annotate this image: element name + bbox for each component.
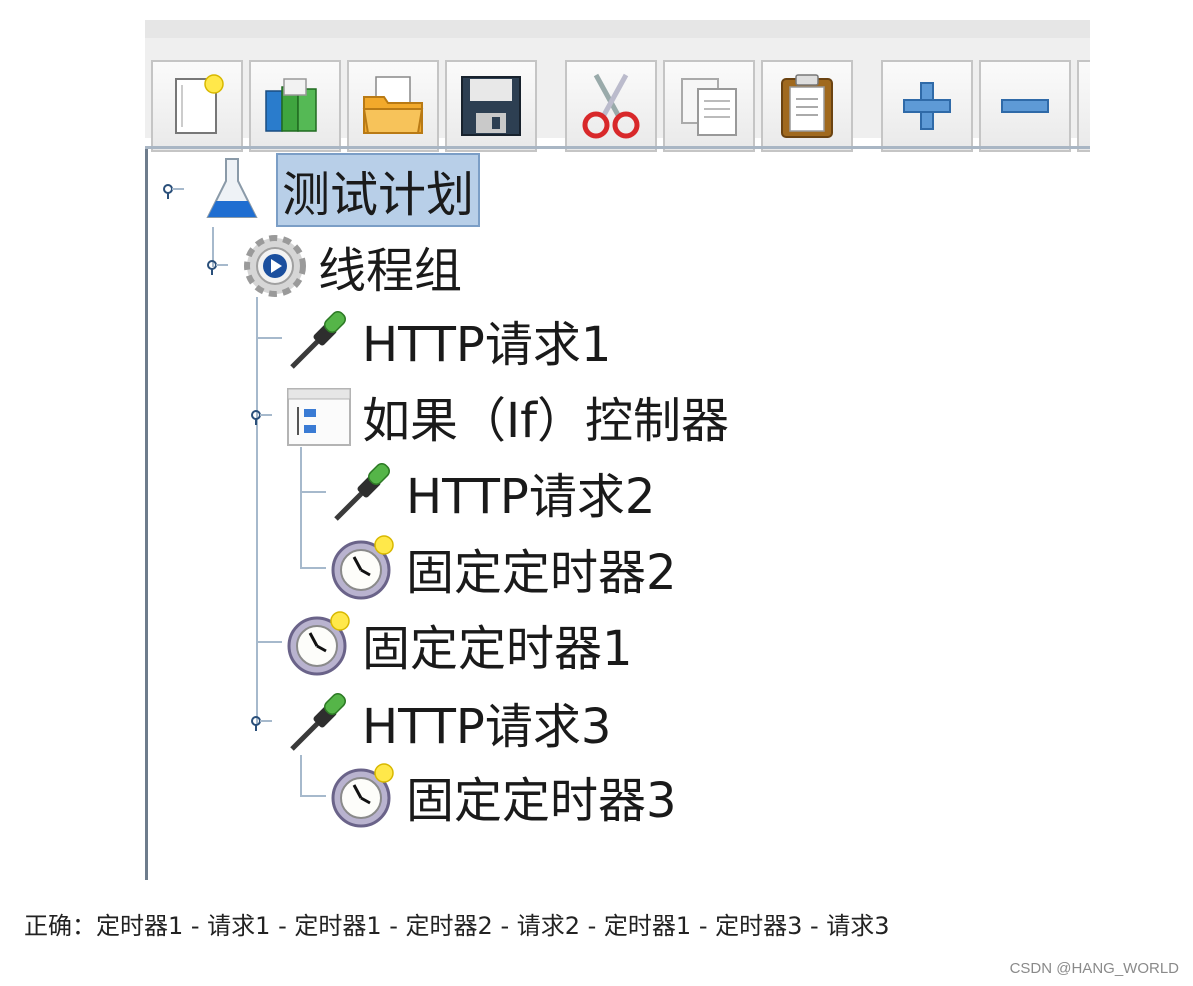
- title-bar: [145, 20, 1090, 39]
- tree-node-http-request-3[interactable]: HTTP请求3: [284, 687, 611, 757]
- thread-group-gear-icon: [244, 235, 306, 297]
- timer-clock-icon: [331, 535, 394, 600]
- cut-scissors-icon: [582, 73, 640, 139]
- new-button[interactable]: [151, 60, 243, 152]
- paste-button[interactable]: [761, 60, 853, 152]
- tree-toggle-icon[interactable]: [250, 409, 274, 425]
- caption-text: 正确：定时器1 - 请求1 - 定时器1 - 定时器2 - 请求2 - 定时器1…: [24, 912, 890, 940]
- expand-all-button[interactable]: [881, 60, 973, 152]
- tree-node-test-plan[interactable]: 测试计划: [198, 153, 481, 227]
- tree-node-if-controller[interactable]: 如果（If）控制器: [284, 381, 729, 451]
- tree-node-constant-timer-2[interactable]: 固定定时器2: [328, 533, 677, 603]
- dropper-icon: [290, 311, 346, 369]
- credit-text: CSDN @HANG_WORLD: [1009, 960, 1179, 977]
- tree-node-label: HTTP请求3: [362, 699, 612, 755]
- tree-toggle-icon[interactable]: [250, 715, 274, 731]
- tree-node-http-request-1[interactable]: HTTP请求1: [284, 305, 611, 375]
- tree-node-label: 固定定时器2: [406, 545, 677, 601]
- dropper-icon: [334, 463, 390, 521]
- tree-node-label: 固定定时器3: [406, 773, 677, 829]
- tree-node-constant-timer-3[interactable]: 固定定时器3: [328, 761, 677, 831]
- collapse-minus-icon: [1001, 99, 1049, 113]
- tree-toggle-icon[interactable]: [206, 259, 230, 275]
- tree-node-label: 固定定时器1: [362, 621, 633, 677]
- open-button[interactable]: [347, 60, 439, 152]
- toolbar-button-partial[interactable]: [1077, 60, 1090, 152]
- tree-toggle-icon[interactable]: [162, 183, 186, 199]
- dropper-icon: [290, 693, 346, 751]
- tree-node-label: HTTP请求2: [406, 469, 656, 525]
- save-floppy-icon: [461, 76, 521, 136]
- jmeter-window: 测试计划 线程组 HTTP请求1 如果（If）控制器 HTTP请求2 固定定时器…: [145, 20, 1090, 880]
- beaker-icon: [206, 158, 258, 218]
- new-file-icon: [175, 74, 224, 134]
- collapse-all-button[interactable]: [979, 60, 1071, 152]
- timer-clock-icon: [287, 611, 350, 676]
- tree-node-label: 线程组: [318, 243, 463, 299]
- tree-node-thread-group[interactable]: 线程组: [240, 231, 462, 301]
- expand-plus-icon: [903, 82, 951, 130]
- tree-node-http-request-2[interactable]: HTTP请求2: [328, 457, 655, 527]
- toolbar: [145, 38, 1090, 152]
- paste-clipboard-icon: [781, 74, 833, 138]
- copy-button[interactable]: [663, 60, 755, 152]
- copy-icon: [681, 78, 737, 136]
- tree-node-label: 测试计划: [276, 153, 481, 227]
- timer-clock-icon: [331, 763, 394, 828]
- tree-node-constant-timer-1[interactable]: 固定定时器1: [284, 609, 633, 679]
- open-folder-icon: [362, 76, 424, 134]
- templates-icon: [265, 78, 317, 132]
- templates-button[interactable]: [249, 60, 341, 152]
- save-button[interactable]: [445, 60, 537, 152]
- if-controller-icon: [287, 388, 351, 446]
- test-plan-tree: 测试计划 线程组 HTTP请求1 如果（If）控制器 HTTP请求2 固定定时器…: [145, 149, 1093, 880]
- tree-node-label: HTTP请求1: [362, 317, 612, 373]
- tree-node-label: 如果（If）控制器: [362, 393, 730, 449]
- cut-button[interactable]: [565, 60, 657, 152]
